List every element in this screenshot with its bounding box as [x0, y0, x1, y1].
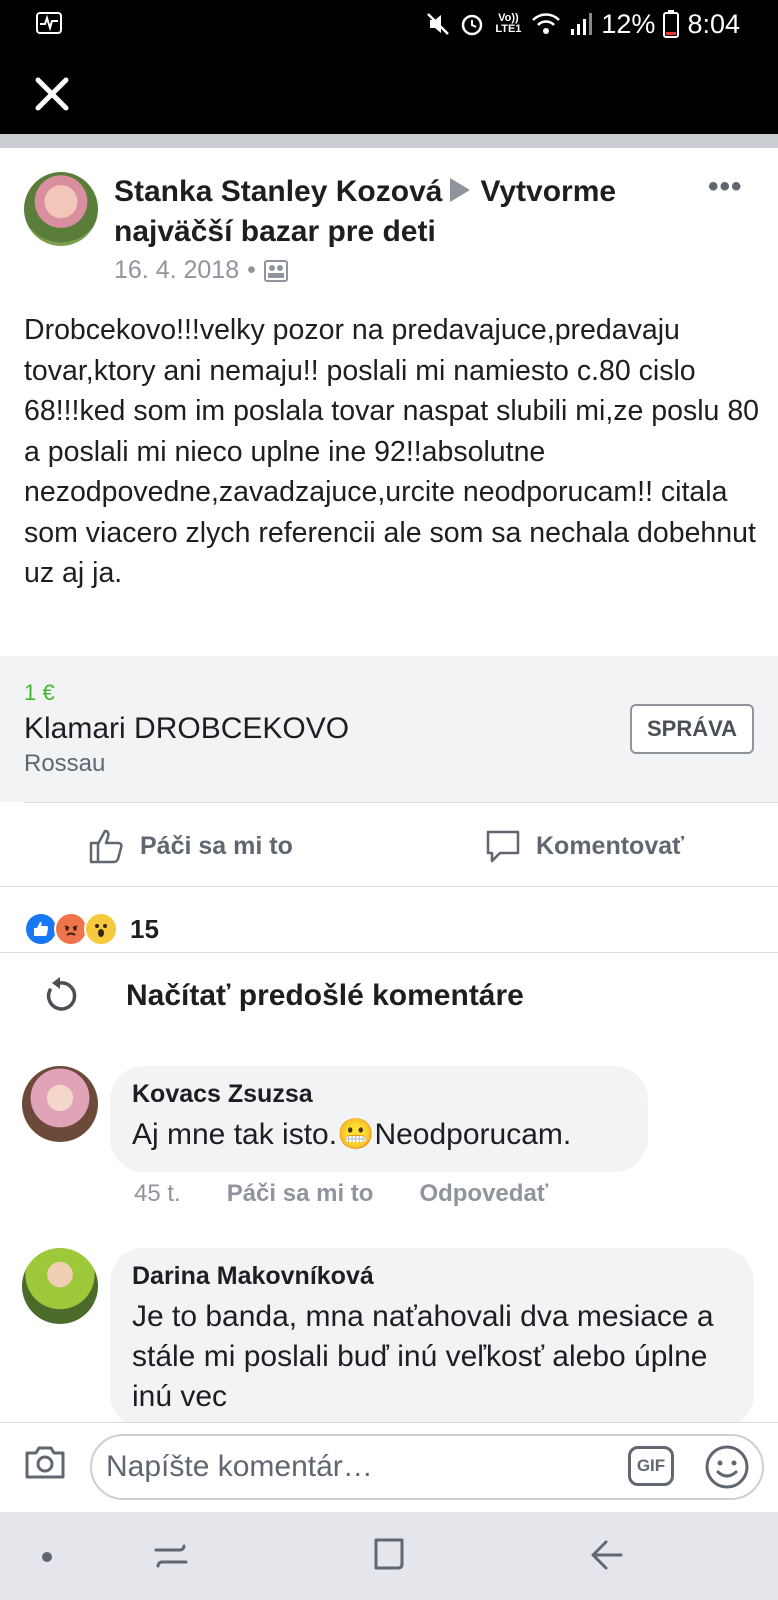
reactions-summary[interactable]: 15 — [24, 912, 159, 946]
listing-price: 1 € — [24, 680, 55, 705]
battery-percent: 12% — [601, 8, 656, 39]
post-author-line: Stanka Stanley Kozová Vytvorme najväčší b… — [114, 172, 684, 252]
author-name[interactable]: Stanka Stanley Kozová — [114, 175, 442, 208]
close-icon[interactable] — [34, 76, 70, 112]
refresh-icon — [46, 977, 77, 1011]
clock: 8:04 — [687, 8, 740, 39]
load-previous-label: Načítať predošlé komentáre — [126, 979, 524, 1012]
mute-icon — [427, 13, 450, 35]
load-previous-comments[interactable]: Načítať predošlé komentáre — [40, 976, 524, 1016]
wifi-icon — [532, 13, 561, 34]
battery-icon — [663, 10, 680, 38]
like-reaction-icon — [24, 912, 58, 946]
status-bar: Vo)) LTE1 12% 8:04 — [0, 0, 778, 48]
header-divider — [0, 134, 778, 148]
status-right: Vo)) LTE1 12% 8:04 — [425, 8, 740, 40]
listing-location: Rossau — [24, 750, 106, 777]
more-options-icon[interactable]: ••• — [708, 170, 743, 204]
comment-reply-button[interactable]: Odpovedať — [419, 1180, 548, 1208]
wow-reaction-icon — [84, 912, 118, 946]
comment-bubble: Darina Makovníková Je to banda, mna naťa… — [110, 1248, 754, 1428]
thumbs-up-icon — [89, 829, 123, 864]
alarm-icon — [462, 14, 483, 36]
post-date[interactable]: 16. 4. 2018 — [114, 256, 239, 285]
home-icon[interactable] — [372, 1536, 406, 1572]
commenter-avatar[interactable] — [22, 1248, 98, 1324]
signal-icon — [571, 13, 593, 35]
like-button[interactable]: Páči sa mi to — [88, 822, 293, 870]
divider — [24, 802, 778, 803]
comment-time[interactable]: 45 t. — [134, 1180, 181, 1208]
top-bar — [0, 48, 778, 134]
like-label: Páči sa mi to — [140, 831, 293, 860]
listing-title: Klamari DROBCEKOVO — [24, 712, 350, 745]
message-seller-button[interactable]: SPRÁVA — [630, 704, 754, 754]
meta-separator: • — [247, 256, 256, 284]
system-nav-bar — [0, 1512, 778, 1600]
comment-label: Komentovať — [536, 831, 685, 860]
author-avatar[interactable] — [24, 172, 98, 246]
comment-bubble: Kovacs Zsuzsa Aj mne tak isto.😬Neodporuc… — [110, 1066, 648, 1172]
angry-reaction-icon — [54, 912, 88, 946]
comment-text: Je to banda, mna naťahovali dva mesiace … — [132, 1300, 714, 1413]
recent-apps-icon[interactable] — [154, 1540, 188, 1572]
comment-text: Aj mne tak isto.😬Neodporucam. — [132, 1118, 572, 1151]
activity-icon — [36, 12, 62, 34]
commenter-avatar[interactable] — [22, 1066, 98, 1142]
comment-bubble-icon — [486, 830, 520, 863]
comment-meta: 45 t. Páči sa mi to Odpovedať — [134, 1180, 548, 1208]
commenter-name[interactable]: Kovacs Zsuzsa — [132, 1080, 624, 1109]
comment-like-button[interactable]: Páči sa mi to — [227, 1180, 374, 1208]
comment-input-placeholder: Napíšte komentár… — [106, 1450, 373, 1483]
divider — [0, 886, 778, 887]
network-label: Vo)) LTE1 — [495, 12, 522, 35]
camera-icon[interactable] — [24, 1444, 66, 1480]
post-body: Drobcekovo!!!velky pozor na predavajuce,… — [24, 314, 760, 589]
grimace-emoji: 😬 — [337, 1118, 375, 1151]
post-meta: 16. 4. 2018 • — [114, 256, 288, 285]
divider — [0, 952, 778, 953]
nav-dot-icon[interactable] — [42, 1552, 52, 1562]
comment-button[interactable]: Komentovať — [484, 822, 684, 870]
emoji-icon[interactable] — [704, 1444, 750, 1490]
group-privacy-icon — [263, 259, 288, 282]
reaction-count: 15 — [130, 913, 159, 944]
back-icon[interactable] — [590, 1538, 624, 1572]
gif-button[interactable]: GIF — [628, 1446, 674, 1486]
commenter-name[interactable]: Darina Makovníková — [132, 1262, 730, 1291]
arrow-icon — [450, 178, 471, 203]
